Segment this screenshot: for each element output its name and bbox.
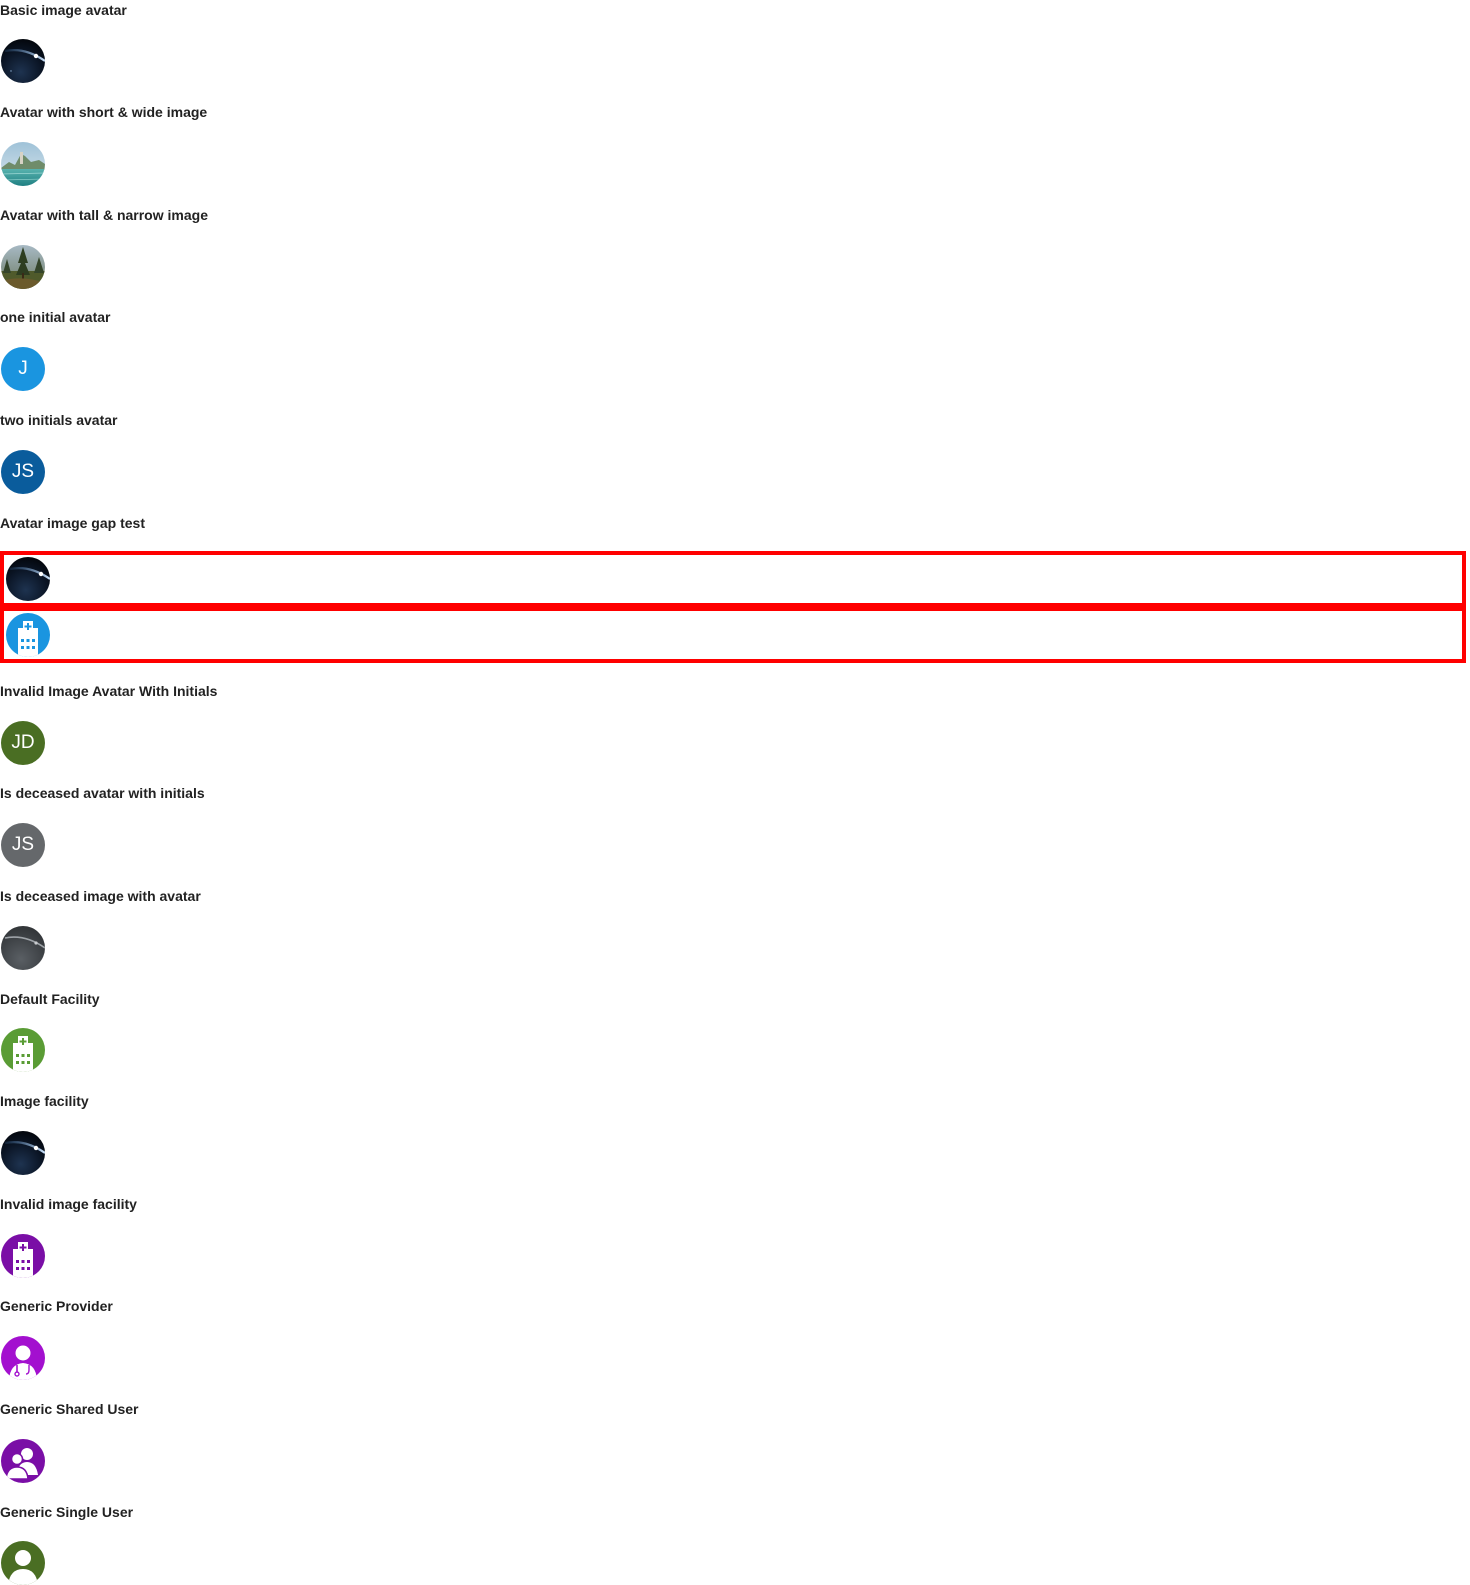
section-label-generic-single-user: Generic Single User — [0, 1504, 134, 1520]
section-label-tall-narrow: Avatar with tall & narrow image — [0, 207, 208, 223]
shared-user-icon — [5, 1448, 38, 1480]
avatar-deceased-initials: JS — [1, 823, 45, 867]
space-image-grayscale — [1, 926, 45, 970]
avatar-initials: JS — [11, 461, 35, 482]
avatar-deceased-image — [1, 926, 45, 970]
avatar-initials: JS — [11, 834, 35, 855]
avatar-default-facility — [1, 1028, 45, 1072]
forest-image — [1, 245, 45, 289]
section-label-basic-image: Basic image avatar — [0, 2, 127, 18]
single-user-icon — [8, 1550, 38, 1585]
facility-icon — [13, 1036, 33, 1072]
section-label-default-facility: Default Facility — [0, 991, 100, 1007]
lake-image — [1, 142, 45, 186]
avatar-facility-blue — [6, 613, 50, 657]
avatar-image-lake — [1, 142, 45, 186]
section-label-image-facility: Image facility — [0, 1093, 89, 1109]
space-image — [6, 557, 50, 601]
avatar-invalid-image-initials: JD — [1, 721, 45, 765]
section-label-deceased-initials: Is deceased avatar with initials — [0, 785, 205, 801]
space-image — [1, 39, 45, 83]
gap-test-box-facility — [0, 607, 1466, 663]
avatar-invalid-image-facility — [1, 1234, 45, 1278]
section-label-generic-shared-user: Generic Shared User — [0, 1401, 139, 1417]
avatar-initials: JD — [11, 732, 35, 753]
avatar-two-initials: JS — [1, 450, 45, 494]
avatar-image-forest — [1, 245, 45, 289]
section-label-short-wide: Avatar with short & wide image — [0, 104, 208, 120]
provider-icon — [9, 1345, 37, 1380]
section-label-invalid-image-facility: Invalid image facility — [0, 1196, 137, 1212]
section-label-invalid-image-initials: Invalid Image Avatar With Initials — [0, 683, 218, 699]
avatar-image-space — [1, 39, 45, 83]
section-label-generic-provider: Generic Provider — [0, 1298, 113, 1314]
avatar-generic-provider — [1, 1336, 45, 1380]
avatar-generic-single-user — [1, 1541, 45, 1585]
avatar-image-facility — [1, 1131, 45, 1175]
gap-test-box-image — [0, 551, 1466, 607]
section-label-deceased-image: Is deceased image with avatar — [0, 888, 201, 904]
section-label-one-initial: one initial avatar — [0, 309, 111, 325]
facility-icon — [13, 1242, 33, 1278]
space-image — [1, 1131, 45, 1175]
avatar-one-initial: J — [1, 347, 45, 391]
avatar-generic-shared-user — [1, 1439, 45, 1483]
facility-icon — [18, 621, 38, 657]
avatar-image-space — [6, 557, 50, 601]
avatar-initials: J — [18, 358, 28, 379]
section-label-gap-test: Avatar image gap test — [0, 515, 145, 531]
section-label-two-initials: two initials avatar — [0, 412, 118, 428]
